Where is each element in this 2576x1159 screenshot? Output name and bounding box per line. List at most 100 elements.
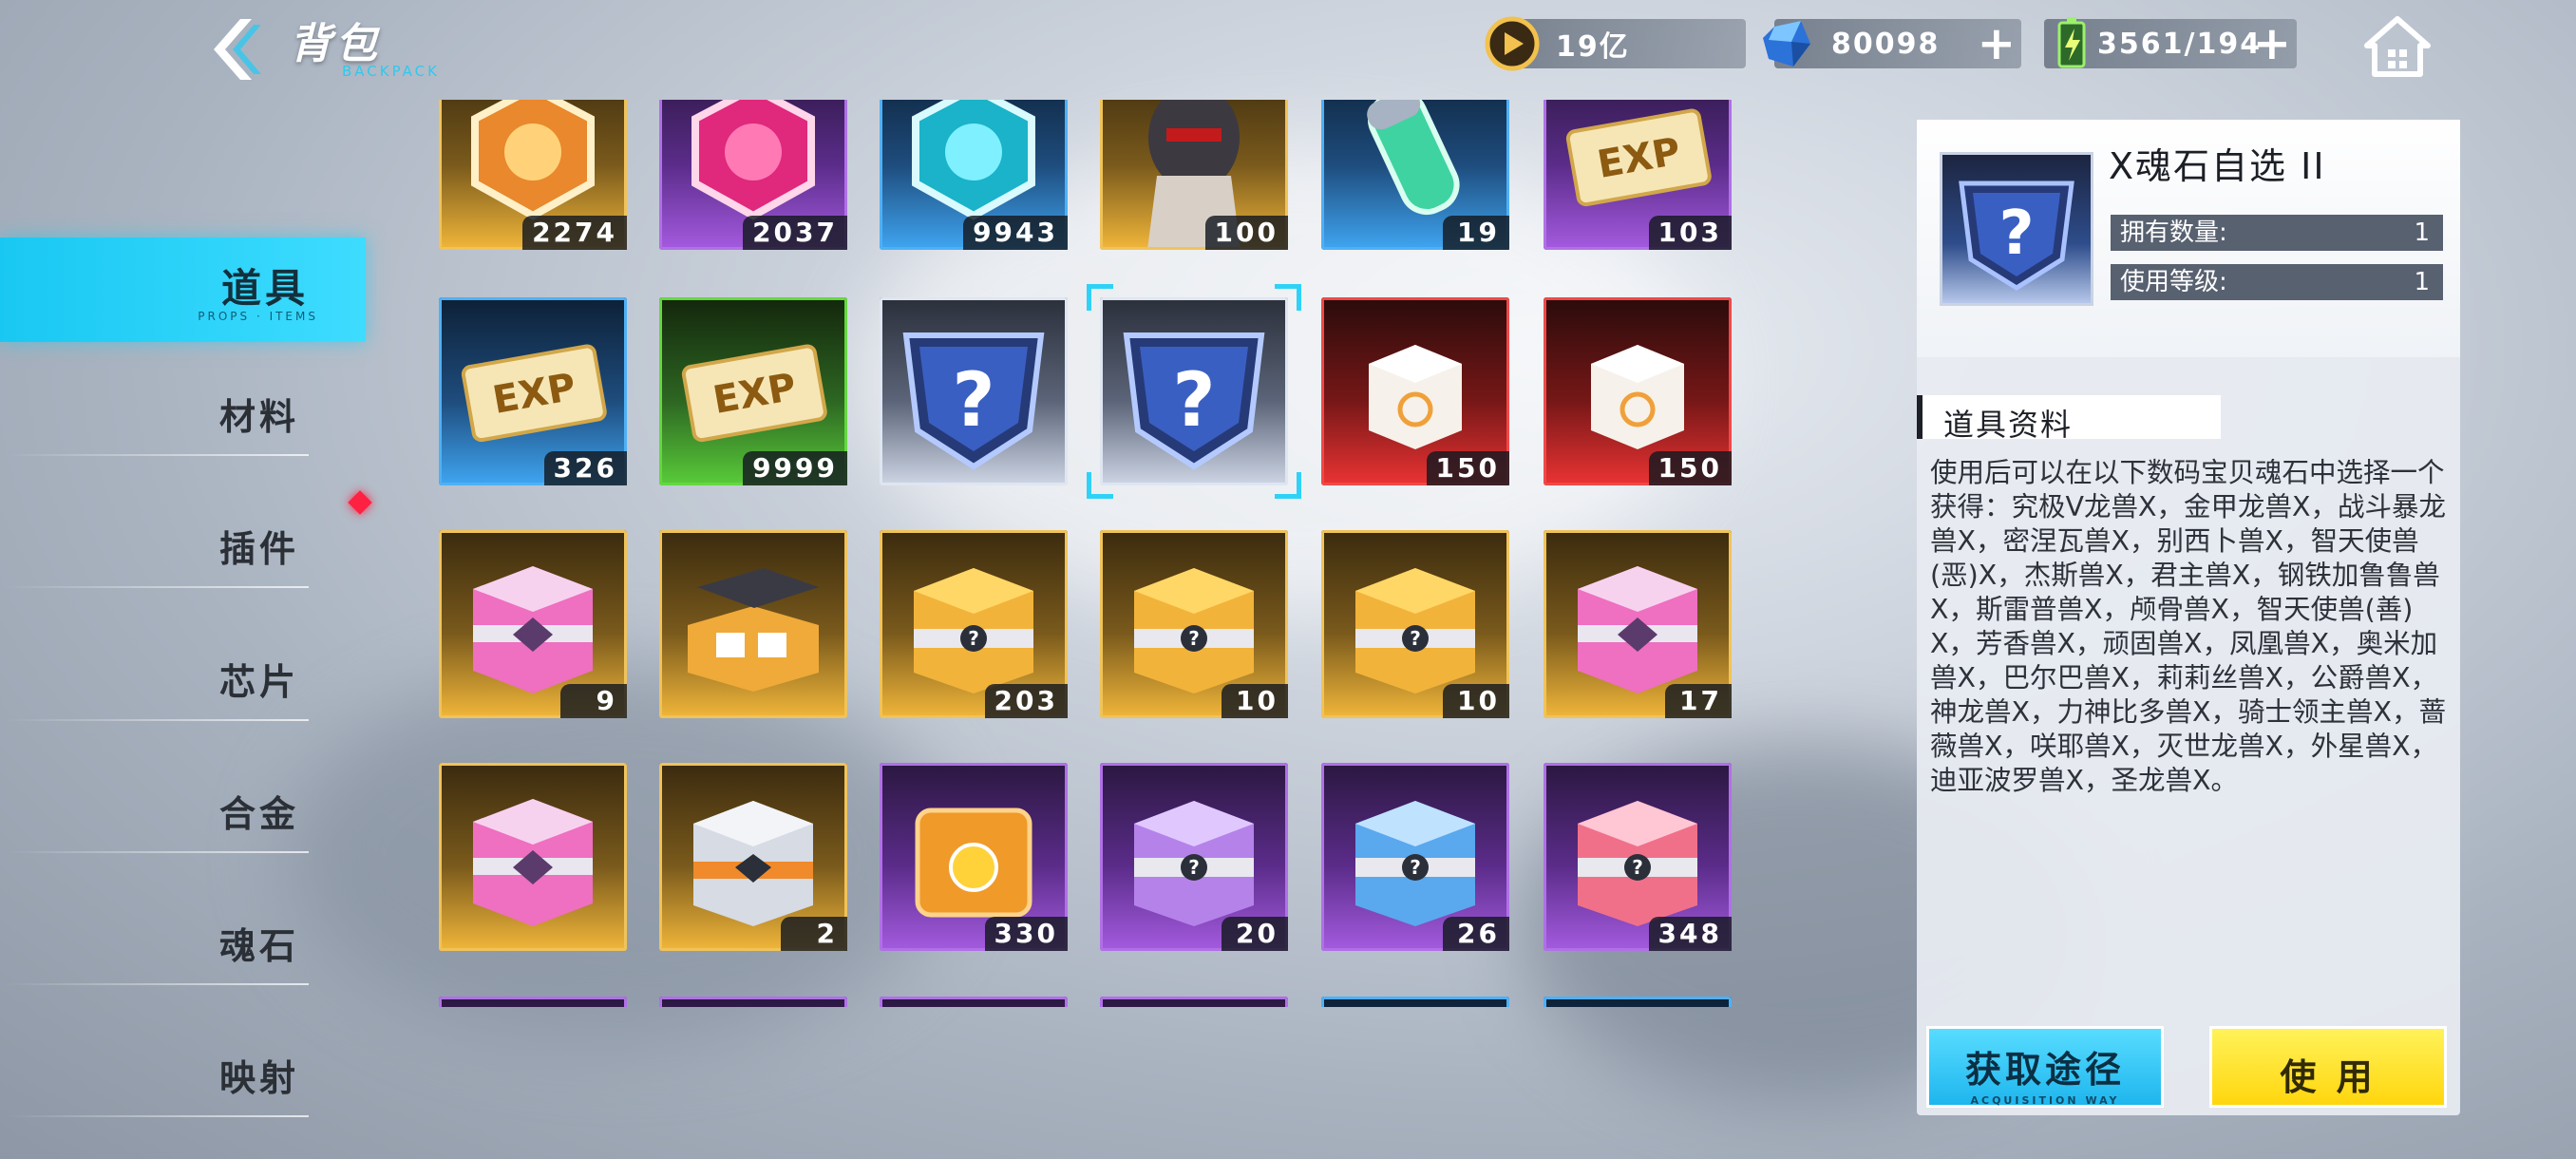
use-button[interactable]: 使 用 [2209, 1026, 2447, 1108]
crystal-icon [1763, 21, 1810, 66]
item-slot-gold-mystery-box-1[interactable]: ? 203 [880, 530, 1068, 718]
item-slot-blue-mystery-box[interactable]: ? 26 [1321, 763, 1509, 951]
item-count: 2 [781, 917, 847, 951]
acquisition-button-sublabel: ACQUISITION WAY [1970, 1094, 2120, 1107]
sidebar-item-soulstone[interactable]: 魂石 [0, 894, 366, 998]
back-button[interactable] [195, 11, 271, 87]
crystal-value: 80098 [1831, 27, 1941, 61]
item-slot-partial[interactable] [1321, 997, 1509, 1007]
sidebar-item-label: 合金 [218, 793, 299, 835]
item-count: 103 [1648, 216, 1732, 250]
item-slot-partial[interactable] [439, 997, 627, 1007]
item-detail-panel: ? X魂石自选 II 拥有数量: 1 使用等级: 1 道具资料 使用后可以在以下… [1917, 120, 2460, 1115]
item-slot-partial[interactable] [880, 997, 1068, 1007]
item-count: 203 [984, 684, 1068, 718]
item-slot-pink-box-2[interactable]: 17 [1544, 530, 1732, 718]
item-slot-pink-box-3[interactable] [439, 763, 627, 951]
item-slot-red-mystery-box[interactable]: ? 348 [1544, 763, 1732, 951]
item-slot-exp-ticket-purple[interactable]: EXP 103 [1544, 100, 1732, 250]
divider [5, 454, 309, 456]
rarity-frame [439, 763, 627, 951]
use-button-label: 使 用 [2280, 1056, 2377, 1098]
rarity-frame [659, 530, 847, 718]
own-count-row: 拥有数量: 1 [2111, 215, 2443, 251]
item-count: 10 [1443, 684, 1509, 718]
item-slot-cyan-badge[interactable]: 9943 [880, 100, 1068, 250]
item-count: 150 [1648, 451, 1732, 485]
item-slot-white-box-2[interactable]: 150 [1544, 297, 1732, 485]
item-slot-x-soulstone-1[interactable]: ? [880, 297, 1068, 485]
stamina-resource: 3561/194 + [2044, 17, 2297, 68]
selection-corner [1087, 472, 1113, 499]
home-icon [2364, 16, 2431, 77]
page-subtitle: BACKPACK [342, 63, 440, 80]
sidebar-item-label: 插件 [218, 528, 299, 570]
item-slot-partial[interactable] [1100, 997, 1288, 1007]
item-count: 26 [1443, 917, 1509, 951]
crystal-add-button[interactable]: + [1978, 21, 2016, 66]
battery-icon [2057, 17, 2086, 68]
own-count-value: 1 [2414, 218, 2430, 247]
item-grid[interactable]: 2274 2037 9943 100 19 EXP 103 EXP 326 EXP 9999?? 15… [439, 100, 1740, 1007]
item-slot-gold-mystery-box-2[interactable]: ? 10 [1100, 530, 1288, 718]
item-count: 150 [1426, 451, 1509, 485]
item-slot-pink-badge[interactable]: 2037 [659, 100, 847, 250]
detail-item-name: X魂石自选 II [2109, 145, 2326, 187]
item-slot-exp-ticket-green[interactable]: EXP 9999 [659, 297, 847, 485]
selection-corner [1275, 284, 1301, 311]
item-slot-orange-crate[interactable]: 330 [880, 763, 1068, 951]
item-slot-gold-mystery-box-3[interactable]: ? 10 [1321, 530, 1509, 718]
item-slot-orange-badge[interactable]: 2274 [439, 100, 627, 250]
item-count: 20 [1222, 917, 1288, 951]
divider [5, 983, 309, 985]
sidebar-item-plugins[interactable]: 插件 [0, 497, 366, 601]
item-count: 330 [984, 917, 1068, 951]
item-count: 9943 [963, 216, 1068, 250]
coin-resource: 19亿 [1485, 16, 1746, 71]
sidebar-item-label: 映射 [218, 1057, 299, 1099]
rarity-frame [1100, 997, 1288, 1007]
stamina-add-button[interactable]: + [2253, 21, 2291, 66]
item-count: 10 [1222, 684, 1288, 718]
sidebar-item-label: 材料 [218, 396, 299, 438]
back-chevron-icon [214, 19, 261, 80]
info-section-title: 道具资料 [1917, 395, 2221, 443]
sidebar-item-sublabel: PROPS · ITEMS [198, 310, 318, 323]
stamina-value: 3561/194 [2097, 27, 2263, 61]
page-title: 背包 [290, 20, 381, 68]
item-slot-green-capsule[interactable]: 19 [1321, 100, 1509, 250]
sidebar-item-label: 道具 [220, 265, 309, 312]
sidebar-item-props[interactable]: 道具 PROPS · ITEMS [0, 238, 366, 342]
use-level-value: 1 [2414, 268, 2430, 296]
home-button[interactable] [2363, 13, 2432, 82]
divider [5, 851, 309, 853]
coin-icon [1485, 16, 1540, 71]
item-count: 2274 [522, 216, 627, 250]
item-slot-pink-box-1[interactable]: 9 [439, 530, 627, 718]
divider [5, 719, 309, 721]
rarity-frame [1321, 997, 1509, 1007]
item-slot-exp-stack-blue[interactable]: EXP 326 [439, 297, 627, 485]
item-slot-partial[interactable] [659, 997, 847, 1007]
use-level-label: 使用等级: [2120, 268, 2227, 296]
acquisition-button-label: 获取途径 [1964, 1049, 2125, 1091]
sidebar-item-mapping[interactable]: 映射 [0, 1026, 366, 1130]
item-slot-digimon-portrait[interactable]: 100 [1100, 100, 1288, 250]
detail-header: ? X魂石自选 II 拥有数量: 1 使用等级: 1 [1917, 120, 2460, 357]
sidebar-item-alloy[interactable]: 合金 [0, 762, 366, 866]
sidebar-item-materials[interactable]: 材料 [0, 365, 366, 469]
item-slot-purple-mystery-box[interactable]: ? 20 [1100, 763, 1288, 951]
sidebar-item-chips[interactable]: 芯片 [0, 630, 366, 734]
item-count: 19 [1443, 216, 1509, 250]
item-slot-open-case[interactable] [659, 530, 847, 718]
item-slot-x-soulstone-2[interactable]: ? [1087, 284, 1301, 499]
item-slot-white-box-1[interactable]: 150 [1321, 297, 1509, 485]
coin-value: 19亿 [1556, 30, 1630, 64]
item-description: 使用后可以在以下数码宝贝魂石中选择一个获得：究极V龙兽X，金甲龙兽X，战斗暴龙兽… [1930, 457, 2447, 796]
item-slot-partial[interactable] [1544, 997, 1732, 1007]
sidebar-item-label: 芯片 [218, 661, 299, 703]
rarity-frame [1100, 297, 1288, 485]
acquisition-button[interactable]: 获取途径 ACQUISITION WAY [1926, 1026, 2164, 1108]
item-count: 348 [1648, 917, 1732, 951]
item-slot-silver-box[interactable]: 2 [659, 763, 847, 951]
